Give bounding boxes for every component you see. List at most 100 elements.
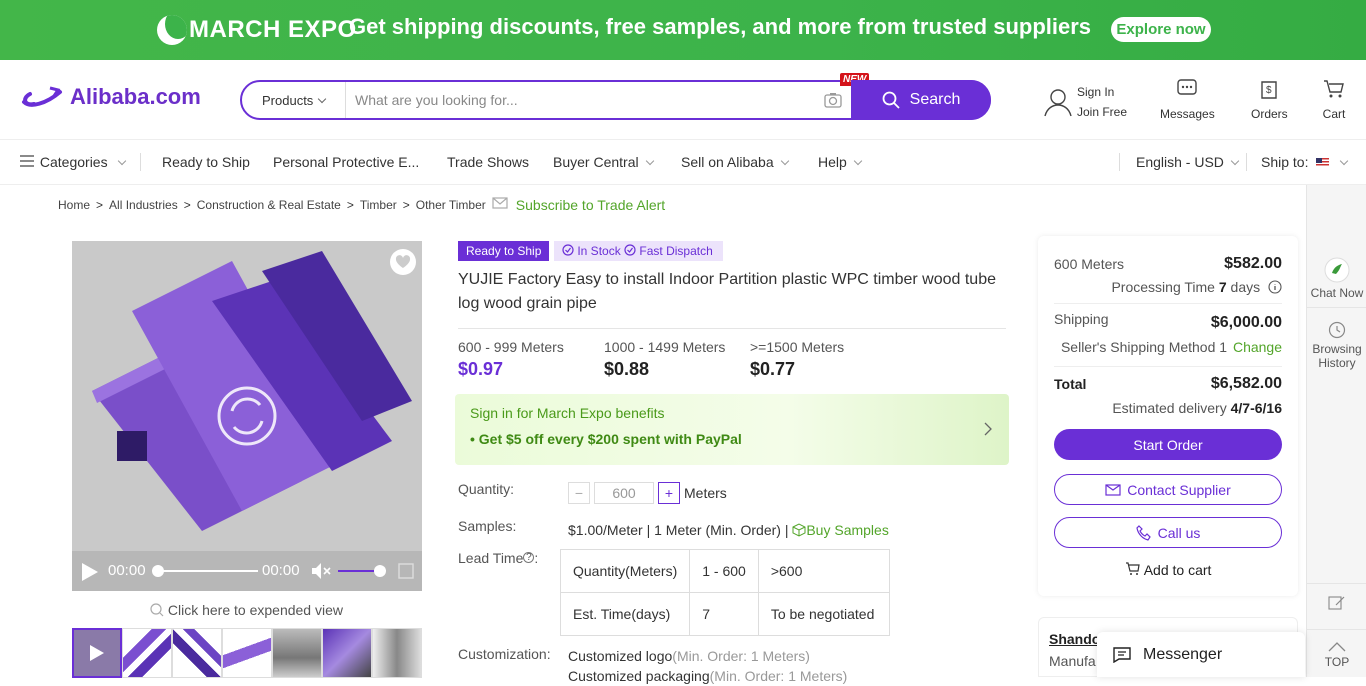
quantity-increase-button[interactable]: + (658, 482, 680, 504)
thumbnail-image[interactable] (322, 628, 372, 678)
video-total-time: 00:00 (262, 562, 300, 579)
svg-text:$: $ (1266, 85, 1272, 96)
divider (458, 328, 1006, 329)
contact-supplier-button[interactable]: Contact Supplier (1054, 474, 1282, 505)
expand-view-link[interactable]: Click here to expended view (150, 601, 343, 618)
nav-ready-to-ship[interactable]: Ready to Ship (162, 154, 250, 170)
feedback-button[interactable] (1307, 595, 1366, 614)
stock-dispatch-badge: In Stock Fast Dispatch (554, 241, 723, 261)
message-icon (1113, 646, 1131, 663)
product-video[interactable]: 00:00 00:00 (72, 241, 422, 591)
table-cell: Est. Time(days) (559, 592, 691, 636)
nav-buyer-central[interactable]: Buyer Central (553, 154, 653, 170)
march-expo-logo: MARCH EXPO (157, 12, 357, 48)
zoom-icon (150, 603, 164, 617)
logo-text: Alibaba.com (70, 84, 201, 109)
nav-sell-on-alibaba[interactable]: Sell on Alibaba (681, 154, 788, 170)
promo-title: Sign in for March Expo benefits (470, 405, 665, 421)
progress-handle[interactable] (152, 565, 164, 577)
expo-benefits-promo[interactable]: Sign in for March Expo benefits • Get $5… (455, 394, 1009, 465)
join-free-link[interactable]: Join Free (1077, 102, 1127, 122)
browsing-history-label: Browsing History (1312, 342, 1362, 370)
explore-now-button[interactable]: Explore now (1111, 17, 1211, 42)
thumbnail-video[interactable] (72, 628, 122, 678)
supplier-name[interactable]: Shando (1049, 631, 1100, 647)
volume-handle[interactable] (374, 565, 386, 577)
add-to-cart-button[interactable]: Add to cart (1054, 561, 1282, 578)
messenger-widget[interactable]: Messenger (1097, 632, 1305, 677)
site-header: Alibaba.com Products NEW Search Sign In … (0, 60, 1366, 140)
fullscreen-icon[interactable] (398, 563, 414, 579)
nav-trade-shows[interactable]: Trade Shows (447, 154, 529, 170)
arrow-up-icon (1328, 642, 1346, 652)
search-button[interactable]: Search (851, 80, 991, 120)
order-quantity-price: $582.00 (1224, 255, 1282, 272)
breadcrumb-construction[interactable]: Construction & Real Estate (197, 198, 341, 212)
favorite-button[interactable] (390, 249, 416, 275)
search-input[interactable] (355, 90, 815, 110)
thumbnail-image[interactable] (172, 628, 222, 678)
in-stock-label: In Stock (577, 244, 621, 258)
help-icon[interactable]: ? (523, 552, 535, 563)
mute-icon[interactable] (310, 561, 332, 581)
browsing-history-button[interactable]: Browsing History (1307, 321, 1366, 370)
camera-icon[interactable] (824, 92, 842, 113)
quantity-input[interactable]: 600 (594, 482, 654, 504)
language-label: English - USD (1136, 154, 1224, 170)
breadcrumb-timber[interactable]: Timber (360, 198, 397, 212)
check-circle-icon (562, 244, 574, 256)
banner-message: Get shipping discounts, free samples, an… (349, 14, 1092, 39)
ship-to-selector[interactable]: Ship to: (1261, 154, 1347, 170)
info-icon[interactable] (1268, 280, 1282, 294)
shipping-price: $6,000.00 (1210, 314, 1282, 331)
messages-button[interactable]: Messages (1160, 78, 1215, 121)
cart-button[interactable]: Cart (1322, 78, 1346, 121)
language-currency-selector[interactable]: English - USD (1136, 154, 1238, 170)
change-shipping-link[interactable]: Change (1233, 339, 1282, 355)
buy-samples-link[interactable]: Buy Samples (792, 522, 889, 538)
subscribe-trade-alert-link[interactable]: Subscribe to Trade Alert (516, 197, 665, 213)
estimated-delivery: Estimated delivery 4/7-6/16 (1054, 400, 1282, 416)
breadcrumb-all-industries[interactable]: All Industries (109, 198, 178, 212)
custom-option: Customized packaging(Min. Order: 1 Meter… (568, 666, 847, 686)
order-quantity: 600 Meters (1054, 256, 1125, 272)
orders-button[interactable]: $ Orders (1251, 78, 1288, 121)
table-cell: 7 (689, 592, 759, 636)
quantity-label: Quantity: (458, 481, 515, 497)
alibaba-logo[interactable]: Alibaba.com (20, 84, 201, 110)
tier-price: $0.88 (604, 359, 650, 379)
shipping-method: Seller's Shipping Method 1 Change (1054, 339, 1282, 355)
breadcrumb-separator: > (96, 197, 104, 212)
nav-help[interactable]: Help (818, 154, 861, 170)
nav-personal-protective[interactable]: Personal Protective E... (273, 154, 419, 170)
divider (1054, 303, 1282, 304)
thumbnail-image[interactable] (222, 628, 272, 678)
call-us-button[interactable]: Call us (1054, 517, 1282, 548)
sign-in-area[interactable]: Sign In Join Free (1043, 82, 1127, 122)
breadcrumb-home[interactable]: Home (58, 198, 90, 212)
search-button-label: Search (909, 91, 961, 108)
messages-icon (1177, 79, 1198, 95)
samples-label: Samples: (458, 518, 517, 534)
thumbnail-image[interactable] (122, 628, 172, 678)
thumbnail-image[interactable] (372, 628, 422, 678)
promo-detail: • Get $5 off every $200 spent with PayPa… (470, 431, 742, 447)
clock-icon (1328, 321, 1346, 339)
start-order-button[interactable]: Start Order (1054, 429, 1282, 460)
nav-divider (140, 153, 141, 171)
sign-in-link[interactable]: Sign In (1077, 82, 1127, 102)
breadcrumb-other-timber[interactable]: Other Timber (416, 198, 486, 212)
volume-slider[interactable] (338, 565, 386, 577)
quantity-decrease-button[interactable]: − (568, 482, 590, 504)
search-category-dropdown[interactable]: Products (262, 93, 325, 108)
customization-label: Customization: (458, 646, 551, 662)
play-icon[interactable] (81, 562, 99, 582)
cart-label: Cart (1322, 107, 1346, 121)
video-progress-bar[interactable] (152, 565, 258, 577)
categories-menu[interactable]: Categories (20, 154, 125, 170)
chat-now-button[interactable]: Chat Now (1307, 257, 1366, 300)
thumbnail-image[interactable] (272, 628, 322, 678)
expo-banner[interactable]: MARCH EXPO Get shipping discounts, free … (0, 0, 1366, 60)
thumbnail-strip (72, 628, 424, 678)
back-to-top-button[interactable]: TOP (1307, 641, 1366, 669)
